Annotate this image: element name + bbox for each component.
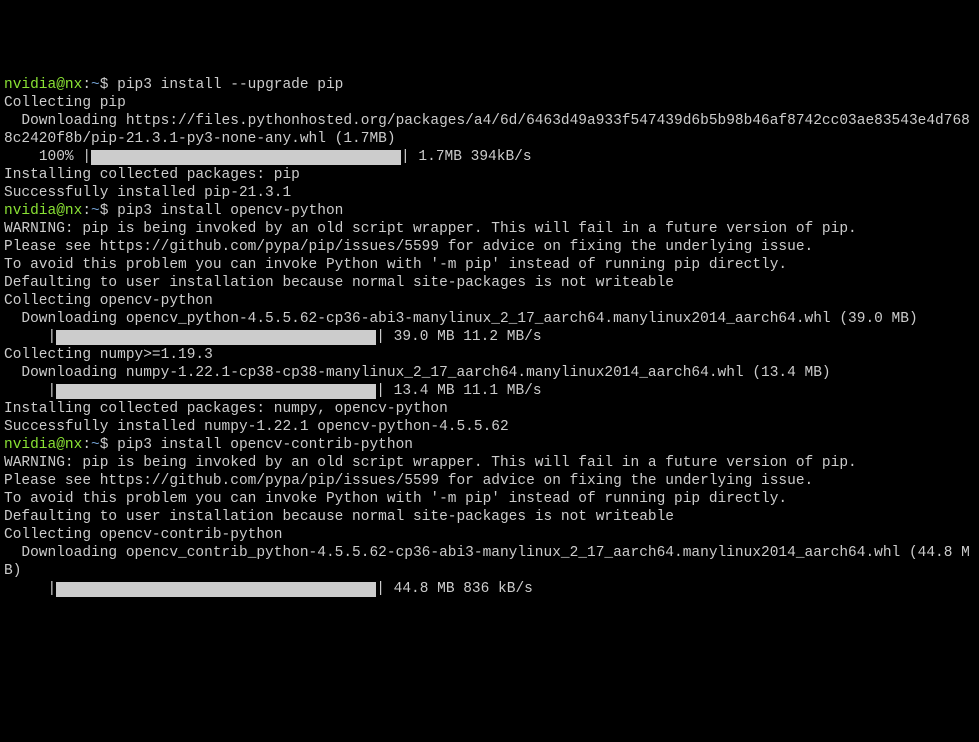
progress-stats: | 1.7MB 394kB/s	[401, 149, 532, 165]
prompt-userhost: nvidia@nx	[4, 203, 82, 219]
output-line: Collecting opencv-python	[4, 292, 975, 310]
output-line: Please see https://github.com/pypa/pip/i…	[4, 238, 975, 256]
output-line: To avoid this problem you can invoke Pyt…	[4, 490, 975, 508]
output-line: Defaulting to user installation because …	[4, 508, 975, 526]
command-text: pip3 install opencv-contrib-python	[117, 437, 413, 453]
output-line: Successfully installed pip-21.3.1	[4, 184, 975, 202]
output-line: Downloading numpy-1.22.1-cp38-cp38-manyl…	[4, 364, 975, 382]
prompt-line: nvidia@nx:~$ pip3 install opencv-contrib…	[4, 436, 975, 454]
output-line: Installing collected packages: pip	[4, 166, 975, 184]
prompt-userhost: nvidia@nx	[4, 77, 82, 93]
prompt-path: ~	[91, 77, 100, 93]
progress-bar	[91, 150, 401, 165]
output-line: Please see https://github.com/pypa/pip/i…	[4, 472, 975, 490]
progress-bar	[56, 330, 376, 345]
progress-stats: | 44.8 MB 836 kB/s	[376, 581, 533, 597]
output-line: Downloading https://files.pythonhosted.o…	[4, 112, 975, 148]
output-line: Defaulting to user installation because …	[4, 274, 975, 292]
prompt-line: nvidia@nx:~$ pip3 install opencv-python	[4, 202, 975, 220]
output-line: Downloading opencv_contrib_python-4.5.5.…	[4, 544, 975, 580]
prompt-dollar: $	[100, 437, 117, 453]
progress-bar	[56, 384, 376, 399]
output-line: Collecting numpy>=1.19.3	[4, 346, 975, 364]
progress-line: 100% | | 1.7MB 394kB/s	[4, 148, 975, 166]
progress-indent: |	[4, 581, 56, 597]
progress-indent: |	[4, 329, 56, 345]
prompt-dollar: $	[100, 77, 117, 93]
output-line: Collecting opencv-contrib-python	[4, 526, 975, 544]
prompt-line: nvidia@nx:~$ pip3 install --upgrade pip	[4, 76, 975, 94]
progress-line: | | 13.4 MB 11.1 MB/s	[4, 382, 975, 400]
command-text: pip3 install opencv-python	[117, 203, 343, 219]
prompt-sep: :	[82, 437, 91, 453]
prompt-userhost: nvidia@nx	[4, 437, 82, 453]
output-line: Installing collected packages: numpy, op…	[4, 400, 975, 418]
command-text: pip3 install --upgrade pip	[117, 77, 343, 93]
progress-indent: |	[4, 383, 56, 399]
output-line: Successfully installed numpy-1.22.1 open…	[4, 418, 975, 436]
progress-stats: | 39.0 MB 11.2 MB/s	[376, 329, 541, 345]
progress-line: | | 39.0 MB 11.2 MB/s	[4, 328, 975, 346]
progress-stats: | 13.4 MB 11.1 MB/s	[376, 383, 541, 399]
prompt-dollar: $	[100, 203, 117, 219]
output-line: Downloading opencv_python-4.5.5.62-cp36-…	[4, 310, 975, 328]
progress-line: | | 44.8 MB 836 kB/s	[4, 580, 975, 598]
prompt-path: ~	[91, 203, 100, 219]
prompt-path: ~	[91, 437, 100, 453]
prompt-sep: :	[82, 77, 91, 93]
output-line: Collecting pip	[4, 94, 975, 112]
output-line: To avoid this problem you can invoke Pyt…	[4, 256, 975, 274]
warning-line: WARNING: pip is being invoked by an old …	[4, 220, 975, 238]
terminal-output[interactable]: nvidia@nx:~$ pip3 install --upgrade pipC…	[4, 76, 975, 598]
warning-line: WARNING: pip is being invoked by an old …	[4, 454, 975, 472]
progress-percent: 100% |	[4, 149, 91, 165]
prompt-sep: :	[82, 203, 91, 219]
progress-bar	[56, 582, 376, 597]
